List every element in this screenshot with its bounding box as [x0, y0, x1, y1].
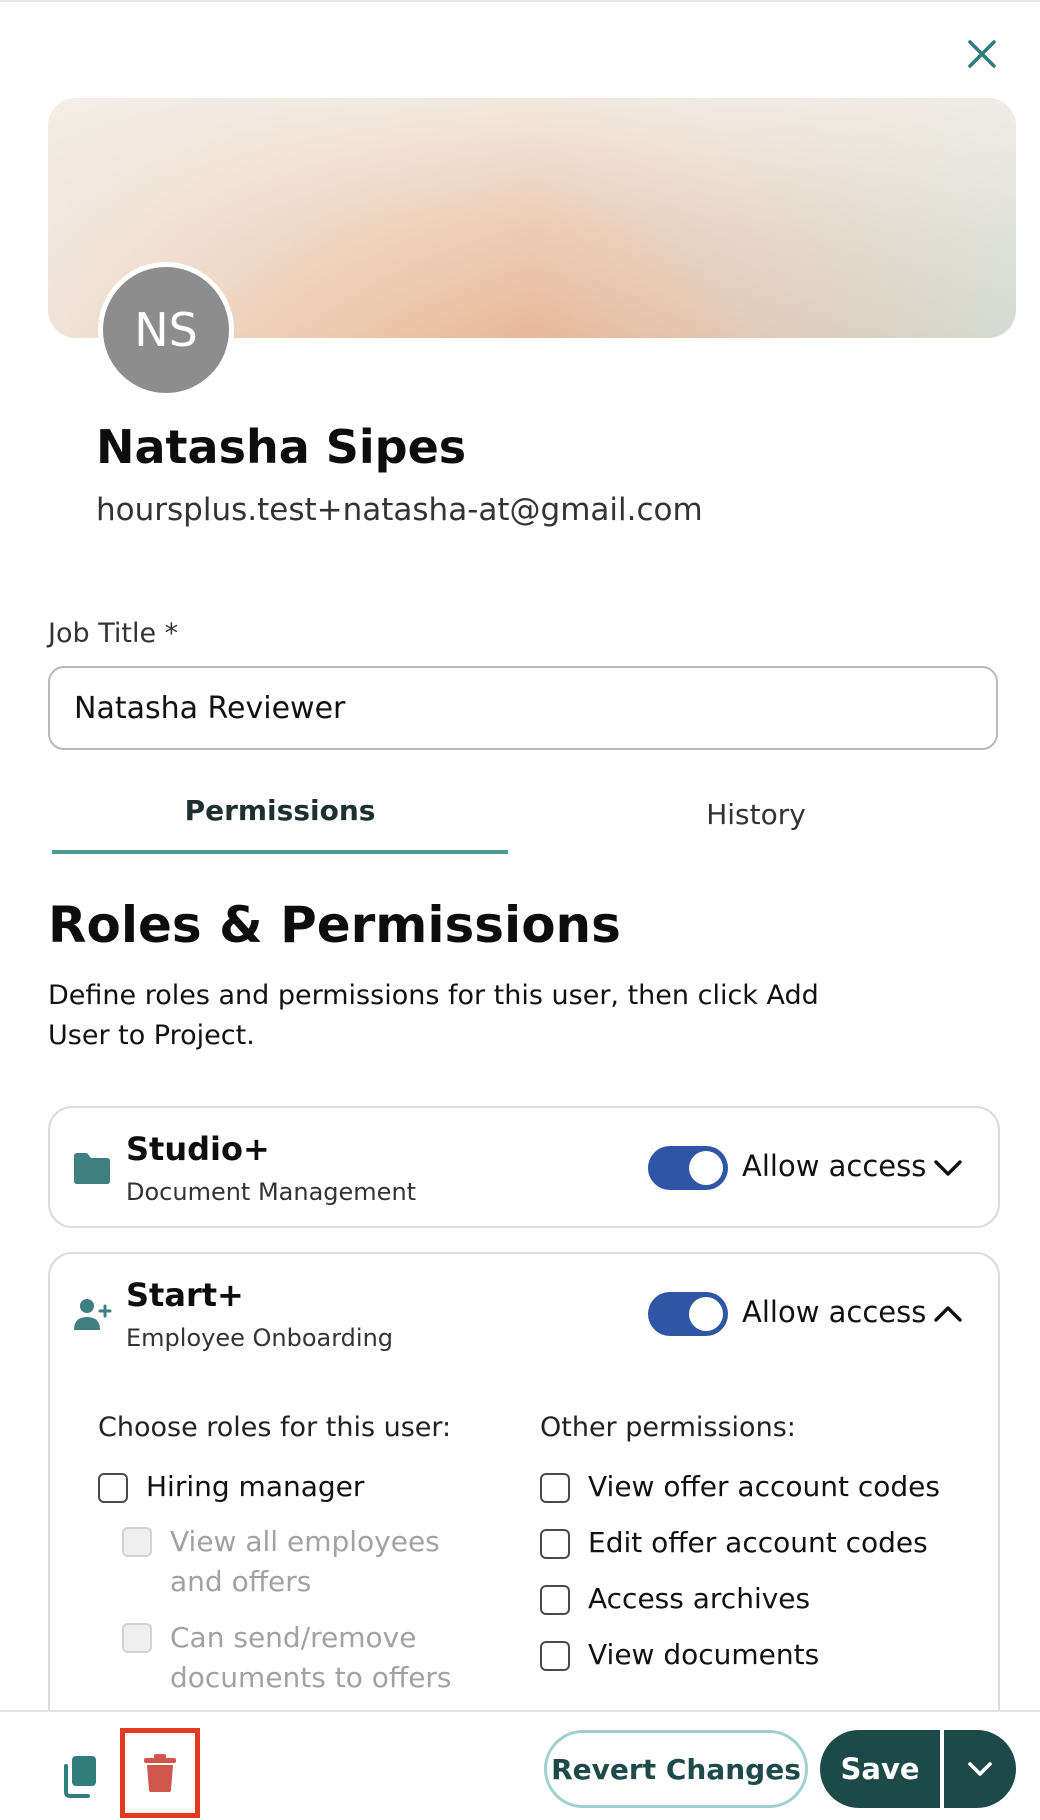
permission-label: Edit offer account codes [588, 1526, 928, 1559]
tab-bar: Permissions History [52, 794, 1004, 854]
section-title: Roles & Permissions [48, 896, 621, 954]
toggle-knob [689, 1151, 723, 1185]
section-description: Define roles and permissions for this us… [48, 980, 819, 1051]
module-title: Start+ [126, 1276, 244, 1314]
permission-option[interactable]: Edit offer account codes [540, 1526, 928, 1559]
toggle-knob [689, 1297, 723, 1331]
allow-access-toggle-start[interactable] [648, 1292, 728, 1336]
footer-bar: Revert Changes Save [0, 1710, 1040, 1820]
chevron-down-icon [968, 1762, 992, 1776]
add-user-icon [74, 1299, 112, 1330]
module-subtitle: Employee Onboarding [126, 1324, 394, 1352]
save-button[interactable]: Save [820, 1730, 940, 1808]
permission-checkbox[interactable] [540, 1585, 570, 1615]
permission-label: View documents [588, 1638, 820, 1671]
role-checkbox [122, 1623, 152, 1653]
roles-heading: Choose roles for this user: [98, 1412, 452, 1443]
permission-checkbox[interactable] [540, 1641, 570, 1671]
avatar: NS [98, 262, 234, 398]
tab-permissions[interactable]: Permissions [52, 794, 508, 854]
permission-option[interactable]: View offer account codes [540, 1470, 940, 1503]
user-email: hoursplus.test+natasha-at@gmail.com [96, 492, 703, 528]
other-permissions-heading: Other permissions: [540, 1412, 796, 1443]
role-label: Hiring manager [146, 1470, 365, 1503]
tab-history[interactable]: History [508, 794, 1004, 854]
user-name: Natasha Sipes [96, 420, 467, 474]
chevron-down-icon[interactable] [930, 1150, 966, 1186]
role-option: View all employees and offers [122, 1522, 492, 1602]
save-options-button[interactable] [944, 1730, 1016, 1808]
allow-access-label: Allow access [742, 1295, 927, 1329]
role-checkbox [122, 1527, 152, 1557]
top-border [0, 0, 1040, 2]
folder-icon [74, 1153, 110, 1184]
permission-checkbox[interactable] [540, 1529, 570, 1559]
trash-icon [144, 1754, 176, 1792]
permission-checkbox[interactable] [540, 1473, 570, 1503]
permission-option[interactable]: Access archives [540, 1582, 810, 1615]
avatar-initials: NS [134, 303, 198, 357]
role-option[interactable]: Hiring manager [98, 1470, 478, 1503]
allow-access-toggle-studio[interactable] [648, 1146, 728, 1190]
close-button[interactable] [960, 32, 1004, 76]
module-subtitle: Document Management [126, 1178, 417, 1206]
close-icon [968, 40, 996, 68]
role-checkbox[interactable] [98, 1473, 128, 1503]
permission-label: Access archives [588, 1582, 811, 1615]
job-title-input[interactable] [48, 666, 998, 750]
revert-changes-button[interactable]: Revert Changes [544, 1730, 808, 1808]
role-label: Can send/remove documents to offers [170, 1621, 452, 1694]
role-label: View all employees and offers [170, 1525, 440, 1598]
permission-option[interactable]: View documents [540, 1638, 819, 1671]
job-title-label: Job Title * [48, 618, 179, 649]
allow-access-label: Allow access [742, 1149, 927, 1183]
delete-button[interactable] [120, 1728, 200, 1818]
role-option: Can send/remove documents to offers [122, 1618, 462, 1698]
module-card-studio: Studio+ Document Management Allow access [48, 1106, 1000, 1228]
chevron-up-icon[interactable] [930, 1296, 966, 1332]
module-title: Studio+ [126, 1130, 270, 1168]
permission-label: View offer account codes [588, 1470, 940, 1503]
copy-icon[interactable] [60, 1754, 100, 1800]
